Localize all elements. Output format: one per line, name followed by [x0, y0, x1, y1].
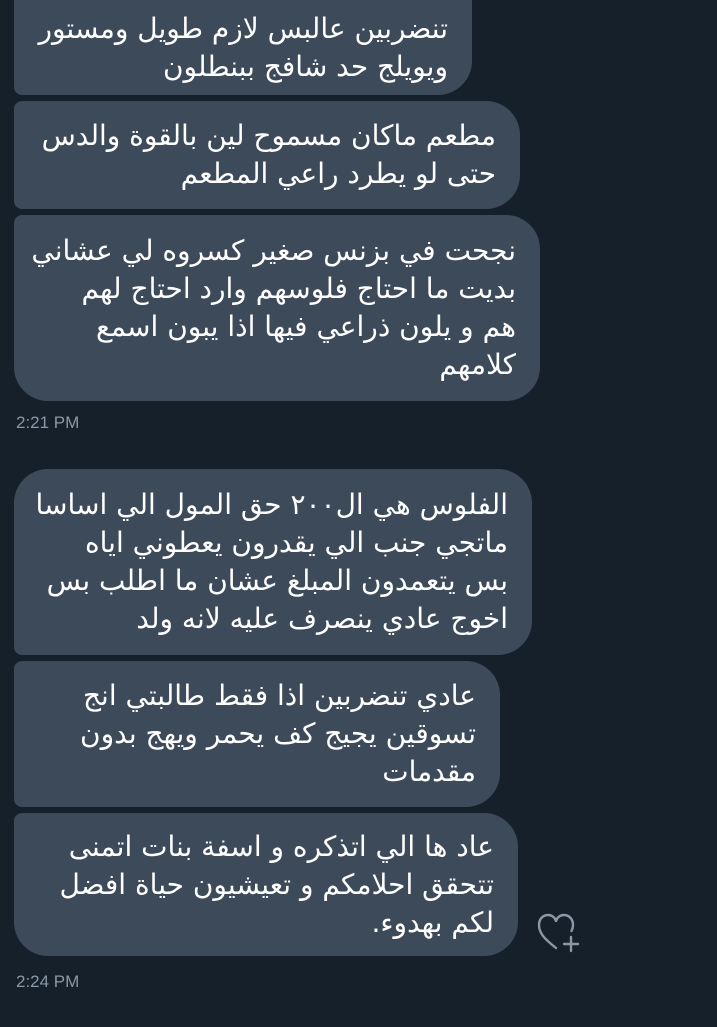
message-line: بس يتعمدون المبلغ عشان ما اطلب بس: [46, 564, 508, 597]
message-line: الفلوس هي ال٢٠٠ حق المول الي اساسا: [35, 488, 508, 521]
message-line: هم و يلون ذراعي فيها اذا يبون اسمع: [95, 310, 516, 343]
message-line: بديت ما احتاج فلوسهم وارد احتاج لهم: [81, 272, 516, 305]
message-timestamp: 2:21 PM: [16, 413, 80, 432]
message-line: تنضربين عالبس لازم طويل ومستور: [38, 11, 448, 45]
message-line: ماتجي جنب الي يقدرون يعطوني اياه: [84, 526, 508, 559]
message-line: عادي تنضربين اذا فقط طالبتي انج: [82, 679, 476, 712]
message-bubble[interactable]: تنضربين عالبس لازم طويل ومستور ويويلج حد…: [14, 0, 472, 95]
message-bubble[interactable]: عاد ها الي اتذكره و اسفة بنات اتمنى تتحق…: [14, 813, 518, 956]
heart-plus-icon[interactable]: [536, 912, 582, 954]
message-line: مطعم ماكان مسموح لين بالقوة والدس: [41, 119, 496, 152]
message-line: مقدمات: [382, 755, 476, 788]
message-line: تتحقق احلامكم و تعيشيون حياة افضل: [59, 867, 494, 901]
message-line: لكم بهدوء.: [371, 905, 494, 939]
message-line: تسوقين يجيج كف يحمر ويهج بدون: [80, 717, 476, 750]
message-line: عاد ها الي اتذكره و اسفة بنات اتمنى: [68, 829, 494, 863]
message-line: كلامهم: [439, 348, 516, 381]
message-line: حتى لو يطرد راعي المطعم: [180, 157, 496, 190]
message-line: ويويلج حد شافج ببنطلون: [162, 49, 448, 83]
message-timestamp: 2:24 PM: [16, 972, 80, 991]
message-bubble[interactable]: نجحت في بزنس صغير كسروه لي عشاني بديت ما…: [14, 215, 540, 401]
message-bubble[interactable]: مطعم ماكان مسموح لين بالقوة والدس حتى لو…: [14, 101, 520, 209]
message-bubble[interactable]: عادي تنضربين اذا فقط طالبتي انج تسوقين ي…: [14, 661, 500, 807]
message-line: نجحت في بزنس صغير كسروه لي عشاني: [31, 234, 516, 267]
message-line: اخوج عادي ينصرف عليه لانه ولد: [136, 602, 508, 635]
message-bubble[interactable]: الفلوس هي ال٢٠٠ حق المول الي اساسا ماتجي…: [14, 469, 532, 655]
